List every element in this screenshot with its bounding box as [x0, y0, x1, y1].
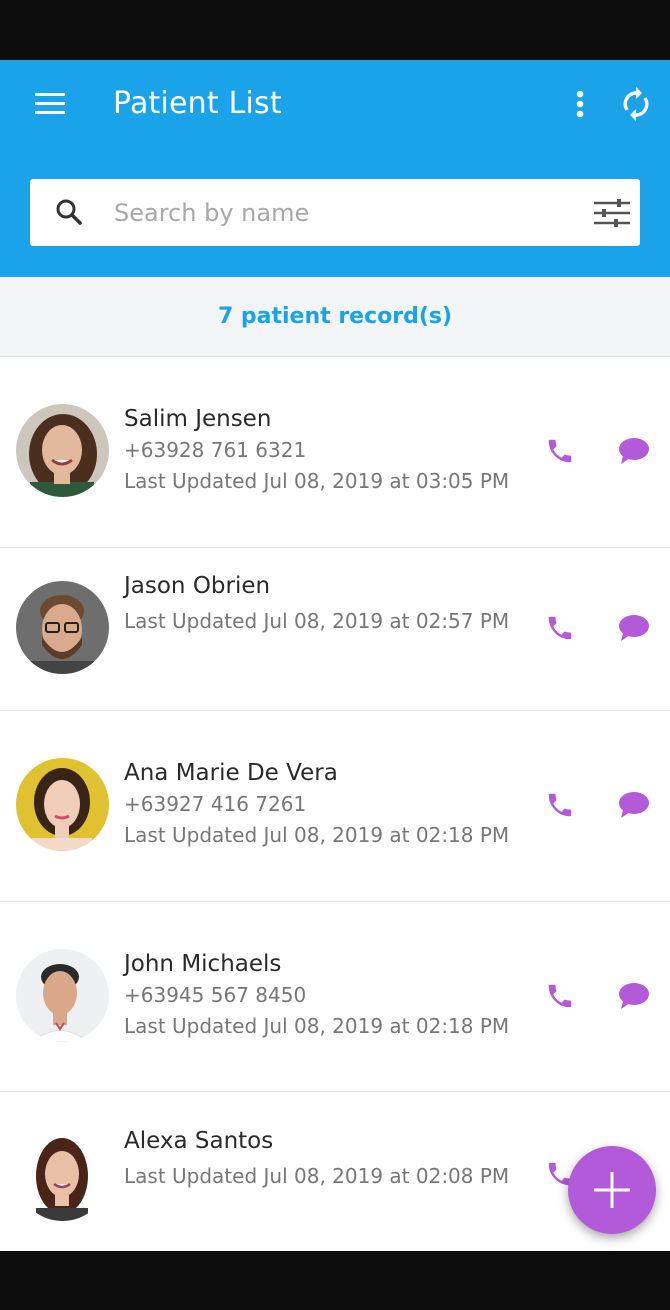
patient-name: John Michaels — [124, 951, 282, 977]
system-nav-bar — [0, 1251, 670, 1310]
patient-phone: +63945 567 8450 — [124, 983, 307, 1007]
patient-name: Jason Obrien — [124, 573, 271, 599]
patient-info: Salim Jensen +63928 761 6321 Last Update… — [124, 403, 509, 497]
avatar — [16, 1128, 109, 1221]
patient-phone: +63927 416 7261 — [124, 792, 307, 816]
call-button[interactable] — [538, 606, 582, 650]
record-count: 7 patient record(s) — [217, 304, 453, 329]
call-button[interactable] — [538, 974, 582, 1018]
message-button[interactable] — [612, 606, 656, 650]
add-patient-button[interactable] — [568, 1146, 656, 1234]
search-box — [30, 179, 640, 246]
last-updated: Last Updated Jul 08, 2019 at 02:18 PM — [124, 1014, 510, 1038]
phone-icon — [548, 984, 572, 1008]
avatar — [16, 949, 109, 1042]
page-title: Patient List — [113, 86, 282, 121]
message-button[interactable] — [612, 783, 656, 827]
filter-button[interactable] — [592, 195, 632, 231]
more-options-button[interactable] — [560, 82, 600, 126]
patient-info: Jason Obrien Last Updated Jul 08, 2019 a… — [124, 570, 509, 637]
patient-phone: +63928 761 6321 — [124, 438, 307, 462]
search-input[interactable] — [114, 189, 574, 236]
patient-row[interactable]: Jason Obrien Last Updated Jul 08, 2019 a… — [0, 548, 670, 711]
patient-list: Salim Jensen +63928 761 6321 Last Update… — [0, 357, 670, 1251]
avatar — [16, 404, 109, 497]
sync-icon — [623, 87, 649, 121]
chat-bubble-icon — [619, 438, 649, 464]
patient-row[interactable]: Alexa Santos Last Updated Jul 08, 2019 a… — [0, 1092, 670, 1251]
plus-icon — [594, 1172, 630, 1208]
phone-icon — [548, 439, 572, 463]
last-updated: Last Updated Jul 08, 2019 at 02:57 PM — [124, 609, 510, 633]
phone-icon — [548, 616, 572, 640]
last-updated: Last Updated Jul 08, 2019 at 02:18 PM — [124, 823, 510, 847]
chat-bubble-icon — [619, 792, 649, 818]
call-button[interactable] — [538, 783, 582, 827]
patient-row[interactable]: John Michaels +63945 567 8450 Last Updat… — [0, 902, 670, 1092]
patient-info: Ana Marie De Vera +63927 416 7261 Last U… — [124, 757, 509, 851]
patient-name: Alexa Santos — [124, 1128, 274, 1154]
menu-button[interactable] — [26, 84, 74, 124]
chat-bubble-icon — [619, 615, 649, 641]
sync-button[interactable] — [614, 82, 658, 126]
phone-icon — [548, 793, 572, 817]
patient-info: John Michaels +63945 567 8450 Last Updat… — [124, 948, 509, 1042]
app-bar: Patient List — [0, 60, 670, 277]
search-icon — [56, 199, 82, 225]
message-button[interactable] — [612, 974, 656, 1018]
message-button[interactable] — [612, 429, 656, 473]
hamburger-menu-icon — [35, 93, 65, 114]
filter-sliders-icon — [594, 199, 630, 227]
last-updated: Last Updated Jul 08, 2019 at 03:05 PM — [124, 469, 510, 493]
avatar — [16, 758, 109, 851]
last-updated: Last Updated Jul 08, 2019 at 02:08 PM — [124, 1164, 510, 1188]
patient-name: Salim Jensen — [124, 406, 272, 432]
status-bar — [0, 0, 670, 60]
avatar — [16, 581, 109, 674]
chat-bubble-icon — [619, 983, 649, 1009]
patient-row[interactable]: Salim Jensen +63928 761 6321 Last Update… — [0, 357, 670, 548]
patient-info: Alexa Santos Last Updated Jul 08, 2019 a… — [124, 1125, 509, 1192]
call-button[interactable] — [538, 429, 582, 473]
patient-row[interactable]: Ana Marie De Vera +63927 416 7261 Last U… — [0, 711, 670, 902]
more-vert-icon — [576, 90, 584, 118]
record-count-bar: 7 patient record(s) — [0, 277, 670, 357]
patient-name: Ana Marie De Vera — [124, 760, 338, 786]
